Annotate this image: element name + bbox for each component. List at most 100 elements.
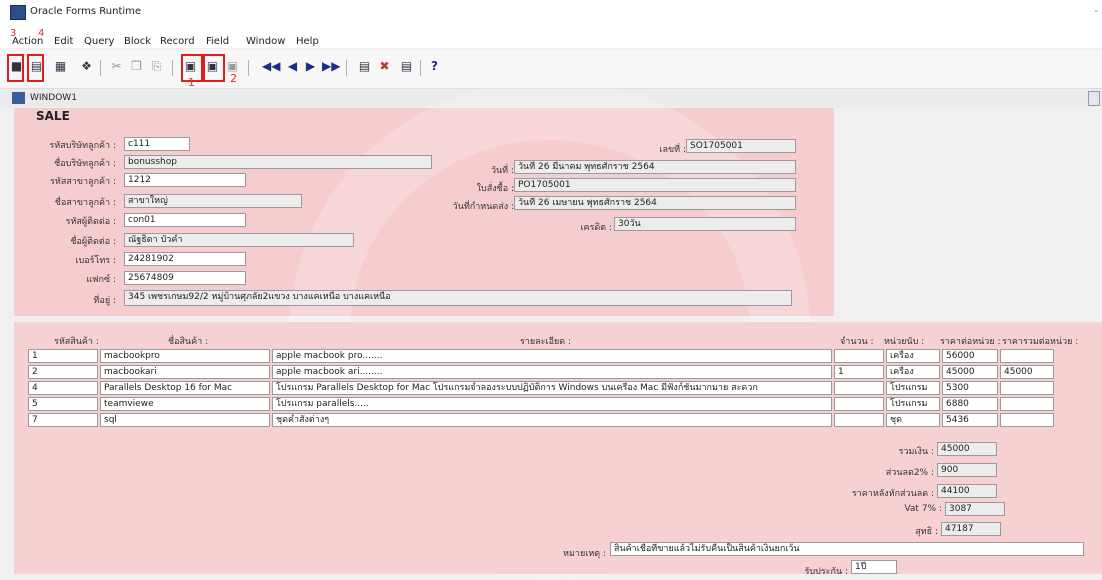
next-record-icon[interactable]: ▶ — [304, 60, 317, 73]
item-code-cell[interactable]: 1 — [28, 349, 98, 363]
cut-icon[interactable]: ✂ — [110, 60, 123, 73]
item-unit-price-cell[interactable]: 45000 — [942, 365, 998, 379]
item-total-cell[interactable] — [1000, 381, 1054, 395]
insert-record-icon[interactable]: ▤ — [358, 60, 371, 73]
fax-field[interactable]: 25674809 — [124, 271, 246, 285]
doc-date-label: วันที่ : — [490, 166, 514, 176]
item-unit-price-cell[interactable]: 5436 — [942, 413, 998, 427]
quote-field[interactable]: PO1705001 — [514, 178, 796, 192]
customer-code-field[interactable]: c111 — [124, 137, 190, 151]
col-header-unit-price: ราคาต่อหน่วย : — [940, 337, 1001, 347]
window-header: WINDOW1 — [0, 88, 1102, 107]
item-name-cell[interactable]: sql — [100, 413, 270, 427]
item-unit-price-cell[interactable]: 5300 — [942, 381, 998, 395]
quote-label: ใบสั่งซื้อ : — [476, 184, 514, 194]
title-bar-edge: - — [1094, 6, 1098, 17]
doc-number-label: เลขที่ : — [659, 145, 686, 155]
contact-code-label: รหัสผู้ติดต่อ : — [65, 217, 116, 227]
window-minimize-button[interactable] — [1088, 91, 1100, 106]
menu-edit[interactable]: Edit — [54, 36, 73, 47]
last-record-icon[interactable]: ▶▶ — [322, 60, 340, 73]
copy-icon[interactable]: ❐ — [130, 60, 143, 73]
item-name-cell[interactable]: teamviewe — [100, 397, 270, 411]
item-unit-cell[interactable]: โปรแกรม — [886, 397, 940, 411]
doc-number-field[interactable]: SO1705001 — [686, 139, 796, 153]
item-detail-cell[interactable]: โปรแกรม Parallels Desktop for Mac โปรแกร… — [272, 381, 832, 395]
note-label: หมายเหตุ : — [563, 549, 606, 559]
phone-field[interactable]: 24281902 — [124, 252, 246, 266]
item-name-cell[interactable]: macbookari — [100, 365, 270, 379]
branch-name-label: ชื่อสาขาลูกค้า : — [54, 198, 116, 208]
item-qty-cell[interactable] — [834, 413, 884, 427]
item-total-cell[interactable] — [1000, 349, 1054, 363]
contact-name-label: ชื่อผู้ติดต่อ : — [70, 237, 116, 247]
warranty-field[interactable]: 1ปี — [851, 560, 897, 574]
after-discount-label: ราคาหลังหักส่วนลด : — [851, 489, 934, 499]
contact-code-field[interactable]: con01 — [124, 213, 246, 227]
due-date-label: วันที่กำหนดส่ง : — [452, 202, 514, 212]
help-icon[interactable]: ? — [428, 60, 441, 73]
note-field[interactable]: สินค้าเชื่อที่ขายแล้วไม่รับคืนเป็นสินค้า… — [610, 542, 1084, 556]
due-date-field[interactable]: วันที่ 26 เมษายน พุทธศักราช 2564 — [514, 196, 796, 210]
item-code-cell[interactable]: 2 — [28, 365, 98, 379]
first-record-icon[interactable]: ◀◀ — [262, 60, 280, 73]
item-total-cell[interactable] — [1000, 413, 1054, 427]
menu-action[interactable]: Action — [12, 36, 43, 47]
paste-icon[interactable]: ⎘ — [150, 60, 163, 73]
item-unit-cell[interactable]: เครื่อง — [886, 349, 940, 363]
branch-name-field[interactable]: สาขาใหญ่ — [124, 194, 302, 208]
col-header-code: รหัสสินค้า : — [54, 337, 99, 347]
menu-block[interactable]: Block — [124, 36, 151, 47]
vat-field[interactable]: 3087 — [945, 502, 1005, 516]
item-detail-cell[interactable]: โปรแกรม parallels..... — [272, 397, 832, 411]
window-title: Oracle Forms Runtime — [30, 6, 142, 17]
credit-field[interactable]: 30วัน — [614, 217, 796, 231]
item-detail-cell[interactable]: apple macbook pro....... — [272, 349, 832, 363]
delete-record-icon[interactable]: ✖ — [378, 60, 391, 73]
item-code-cell[interactable]: 5 — [28, 397, 98, 411]
menu-window[interactable]: Window — [246, 36, 285, 47]
branch-code-field[interactable]: 1212 — [124, 173, 246, 187]
item-name-cell[interactable]: Parallels Desktop 16 for Mac — [100, 381, 270, 395]
item-qty-cell[interactable] — [834, 397, 884, 411]
item-unit-cell[interactable]: โปรแกรม — [886, 381, 940, 395]
item-unit-cell[interactable]: เครื่อง — [886, 365, 940, 379]
address-field[interactable]: 345 เพชรเกษม92/2 หมู่บ้านศุภลัย2แขวง บาง… — [124, 290, 792, 306]
item-unit-price-cell[interactable]: 56000 — [942, 349, 998, 363]
vat-label: Vat 7% : — [904, 504, 942, 514]
menu-record[interactable]: Record — [160, 36, 195, 47]
discount-label: ส่วนลด2% : — [885, 468, 934, 478]
item-code-cell[interactable]: 7 — [28, 413, 98, 427]
menu-query[interactable]: Query — [84, 36, 114, 47]
clear-icon[interactable]: ▦ — [54, 60, 67, 73]
customer-name-label: ชื่อบริษัทลูกค้า : — [54, 159, 116, 169]
item-qty-cell[interactable] — [834, 349, 884, 363]
menu-field[interactable]: Field — [206, 36, 229, 47]
item-code-cell[interactable]: 4 — [28, 381, 98, 395]
prev-record-icon[interactable]: ◀ — [286, 60, 299, 73]
item-qty-cell[interactable] — [834, 381, 884, 395]
customer-name-field[interactable]: bonusshop — [124, 155, 432, 169]
item-total-cell[interactable]: 45000 — [1000, 365, 1054, 379]
discount-field[interactable]: 900 — [937, 463, 997, 477]
item-total-cell[interactable] — [1000, 397, 1054, 411]
item-qty-cell[interactable]: 1 — [834, 365, 884, 379]
menu-help[interactable]: Help — [296, 36, 319, 47]
item-unit-price-cell[interactable]: 6880 — [942, 397, 998, 411]
window-icon — [12, 92, 25, 104]
doc-date-field[interactable]: วันที่ 26 มีนาคม พุทธศักราช 2564 — [514, 160, 796, 174]
after-discount-field[interactable]: 44100 — [937, 484, 997, 498]
sum-field[interactable]: 45000 — [937, 442, 997, 456]
net-field[interactable]: 47187 — [941, 522, 1001, 536]
item-unit-cell[interactable]: ชุด — [886, 413, 940, 427]
window-name: WINDOW1 — [30, 93, 77, 103]
address-label: ที่อยู่ : — [93, 296, 116, 306]
section-title: SALE — [36, 109, 70, 123]
toolbar-separator — [172, 60, 173, 76]
item-detail-cell[interactable]: ชุดคำสั่งต่างๆ — [272, 413, 832, 427]
contact-name-field[interactable]: ณัฐธิดา บัวคำ — [124, 233, 354, 247]
lock-record-icon[interactable]: ▤ — [400, 60, 413, 73]
item-detail-cell[interactable]: apple macbook ari........ — [272, 365, 832, 379]
item-name-cell[interactable]: macbookpro — [100, 349, 270, 363]
exit-icon[interactable]: ❖ — [80, 60, 93, 73]
